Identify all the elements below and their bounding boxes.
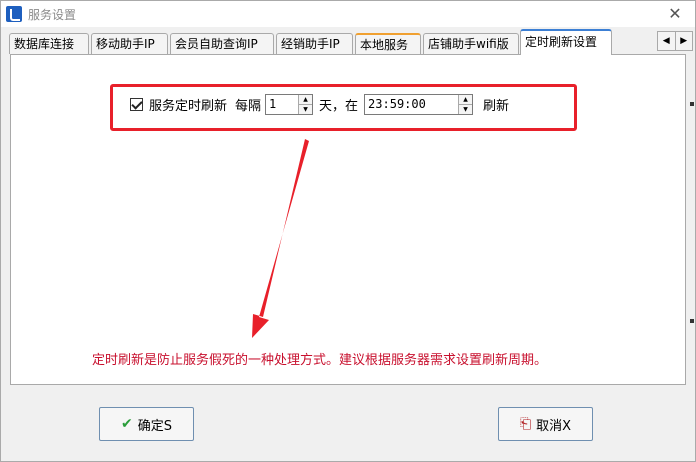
- cancel-button-label: 取消X: [536, 418, 572, 434]
- refresh-settings-panel: 服务定时刷新 每隔 ▲ ▼ 天，在 ▲ ▼ 刷新 定时刷新是防止: [10, 54, 686, 385]
- refresh-note: 定时刷新是防止服务假死的一种处理方式。建议根据服务器需求设置刷新周期。: [92, 353, 548, 368]
- ok-button[interactable]: ✔ 确定S: [99, 407, 194, 441]
- tab-scroll-buttons: ◀ ▶: [657, 31, 693, 51]
- edge-mark: [690, 319, 694, 323]
- tab-database[interactable]: 数据库连接: [9, 33, 89, 54]
- tab-mobile-ip[interactable]: 移动助手IP: [91, 33, 168, 54]
- window-title: 服务设置: [28, 7, 77, 22]
- ok-button-label: 确定S: [137, 418, 172, 434]
- tab-member-ip[interactable]: 会员自助查询IP: [170, 33, 274, 54]
- title-bar: 服务设置 ✕: [1, 1, 695, 27]
- tab-strip: 数据库连接 移动助手IP 会员自助查询IP 经销助手IP 本地服务 店铺助手wi…: [9, 29, 695, 55]
- app-icon: [6, 6, 22, 22]
- tab-store-wifi[interactable]: 店铺助手wifi版: [423, 33, 519, 54]
- tab-local-service[interactable]: 本地服务: [355, 33, 421, 54]
- exit-icon: ⎗: [519, 416, 532, 432]
- edge-mark: [690, 102, 694, 106]
- pointer-arrow-icon: [252, 139, 309, 338]
- cancel-button[interactable]: ⎗ 取消X: [498, 407, 593, 441]
- tab-scheduled-refresh[interactable]: 定时刷新设置: [520, 29, 612, 55]
- close-button[interactable]: ✕: [665, 4, 685, 24]
- tab-scroll-right-icon[interactable]: ▶: [676, 32, 693, 50]
- tab-scroll-left-icon[interactable]: ◀: [658, 32, 676, 50]
- tab-dealer-ip[interactable]: 经销助手IP: [276, 33, 353, 54]
- settings-window: 服务设置 ✕ 数据库连接 移动助手IP 会员自助查询IP 经销助手IP 本地服务…: [0, 0, 696, 462]
- check-icon: ✔: [121, 416, 133, 432]
